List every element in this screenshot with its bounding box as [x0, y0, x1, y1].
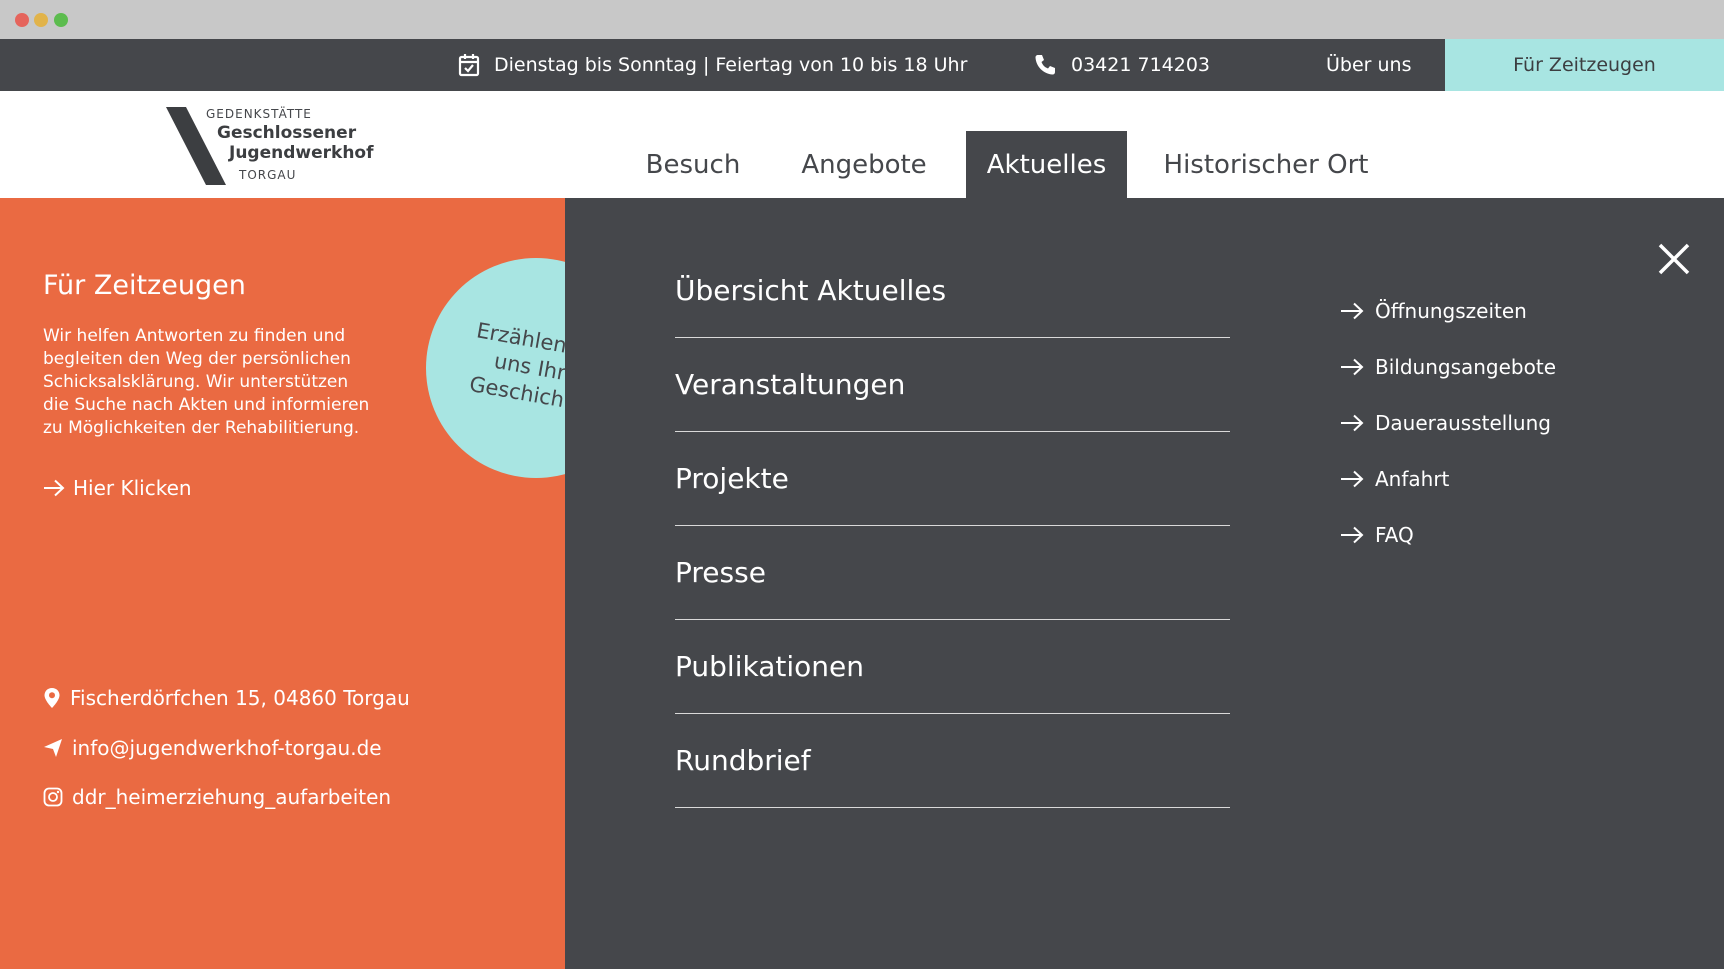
- address: Fischerdörfchen 15, 04860 Torgau: [43, 686, 410, 710]
- panel-description: Wir helfen Antworten zu finden und begle…: [43, 326, 370, 438]
- menu-item-publikationen[interactable]: Publikationen: [675, 620, 1230, 714]
- site-logo[interactable]: GEDENKSTÄTTE Geschlossener Jugendwerkhof…: [166, 107, 374, 185]
- arrow-right-icon: [1341, 414, 1364, 432]
- quicklink-label: FAQ: [1375, 523, 1414, 547]
- top-utility-bar: Dienstag bis Sonntag | Feiertag von 10 b…: [0, 39, 1724, 91]
- instagram-link[interactable]: ddr_heimerziehung_aufarbeiten: [43, 785, 391, 809]
- calendar-check-icon: [458, 54, 480, 77]
- nav-aktuelles[interactable]: Aktuelles: [966, 131, 1127, 198]
- email-text: info@jugendwerkhof-torgau.de: [72, 736, 382, 760]
- hier-klicken-label: Hier Klicken: [73, 476, 192, 500]
- aktuelles-menu-panel: Übersicht Aktuelles Veranstaltungen Proj…: [565, 198, 1724, 969]
- menu-item-rundbrief[interactable]: Rundbrief: [675, 714, 1230, 808]
- quicklink-anfahrt[interactable]: Anfahrt: [1340, 467, 1449, 491]
- quicklink-label: Dauerausstellung: [1375, 411, 1551, 435]
- menu-item-veranstaltungen[interactable]: Veranstaltungen: [675, 338, 1230, 432]
- menu-item-presse[interactable]: Presse: [675, 526, 1230, 620]
- window-minimize-dot[interactable]: [34, 13, 48, 27]
- arrow-right-icon: [1341, 302, 1364, 320]
- opening-hours: Dienstag bis Sonntag | Feiertag von 10 b…: [458, 39, 967, 91]
- window-maximize-dot[interactable]: [54, 13, 68, 27]
- logo-line-2: Geschlossener: [217, 123, 357, 143]
- map-pin-icon: [44, 688, 60, 708]
- quicklink-label: Öffnungszeiten: [1375, 299, 1527, 323]
- quicklink-bildungsangebote[interactable]: Bildungsangebote: [1340, 355, 1556, 379]
- nav-historischer-ort[interactable]: Historischer Ort: [1154, 131, 1378, 198]
- quicklink-dauerausstellung[interactable]: Dauerausstellung: [1340, 411, 1551, 435]
- arrow-right-icon: [44, 479, 65, 497]
- nav-besuch[interactable]: Besuch: [626, 131, 760, 198]
- logo-line-3: Jugendwerkhof: [229, 143, 374, 163]
- quicklink-label: Anfahrt: [1375, 467, 1450, 491]
- quicklink-label: Bildungsangebote: [1375, 355, 1557, 379]
- email-link[interactable]: info@jugendwerkhof-torgau.de: [43, 736, 382, 760]
- phone-number: 03421 714203: [1071, 54, 1211, 76]
- hier-klicken-link[interactable]: Hier Klicken: [43, 476, 192, 500]
- menu-item-uebersicht[interactable]: Übersicht Aktuelles: [675, 244, 1230, 338]
- quicklink-faq[interactable]: FAQ: [1340, 523, 1414, 547]
- quicklink-oeffnungszeiten[interactable]: Öffnungszeiten: [1340, 299, 1527, 323]
- arrow-right-icon: [1341, 526, 1364, 544]
- logo-line-4: TORGAU: [239, 168, 297, 182]
- arrow-right-icon: [1341, 358, 1364, 376]
- phone-link[interactable]: 03421 714203: [1033, 39, 1210, 91]
- main-header: GEDENKSTÄTTE Geschlossener Jugendwerkhof…: [0, 91, 1724, 198]
- close-icon[interactable]: [1657, 242, 1691, 276]
- window-close-dot[interactable]: [15, 13, 29, 27]
- phone-icon: [1035, 55, 1055, 75]
- nav-angebote[interactable]: Angebote: [790, 131, 938, 198]
- panel-title: Für Zeitzeugen: [43, 270, 246, 301]
- paper-plane-icon: [44, 739, 62, 757]
- address-text: Fischerdörfchen 15, 04860 Torgau: [70, 686, 410, 710]
- fuer-zeitzeugen-button[interactable]: Für Zeitzeugen: [1445, 39, 1724, 91]
- arrow-right-icon: [1341, 470, 1364, 488]
- browser-titlebar: [0, 0, 1724, 39]
- opening-hours-text: Dienstag bis Sonntag | Feiertag von 10 b…: [494, 54, 968, 76]
- instagram-text: ddr_heimerziehung_aufarbeiten: [72, 785, 392, 809]
- logo-line-1: GEDENKSTÄTTE: [206, 107, 312, 121]
- menu-item-projekte[interactable]: Projekte: [675, 432, 1230, 526]
- instagram-icon: [43, 787, 63, 807]
- about-us-link[interactable]: Über uns: [1326, 39, 1412, 91]
